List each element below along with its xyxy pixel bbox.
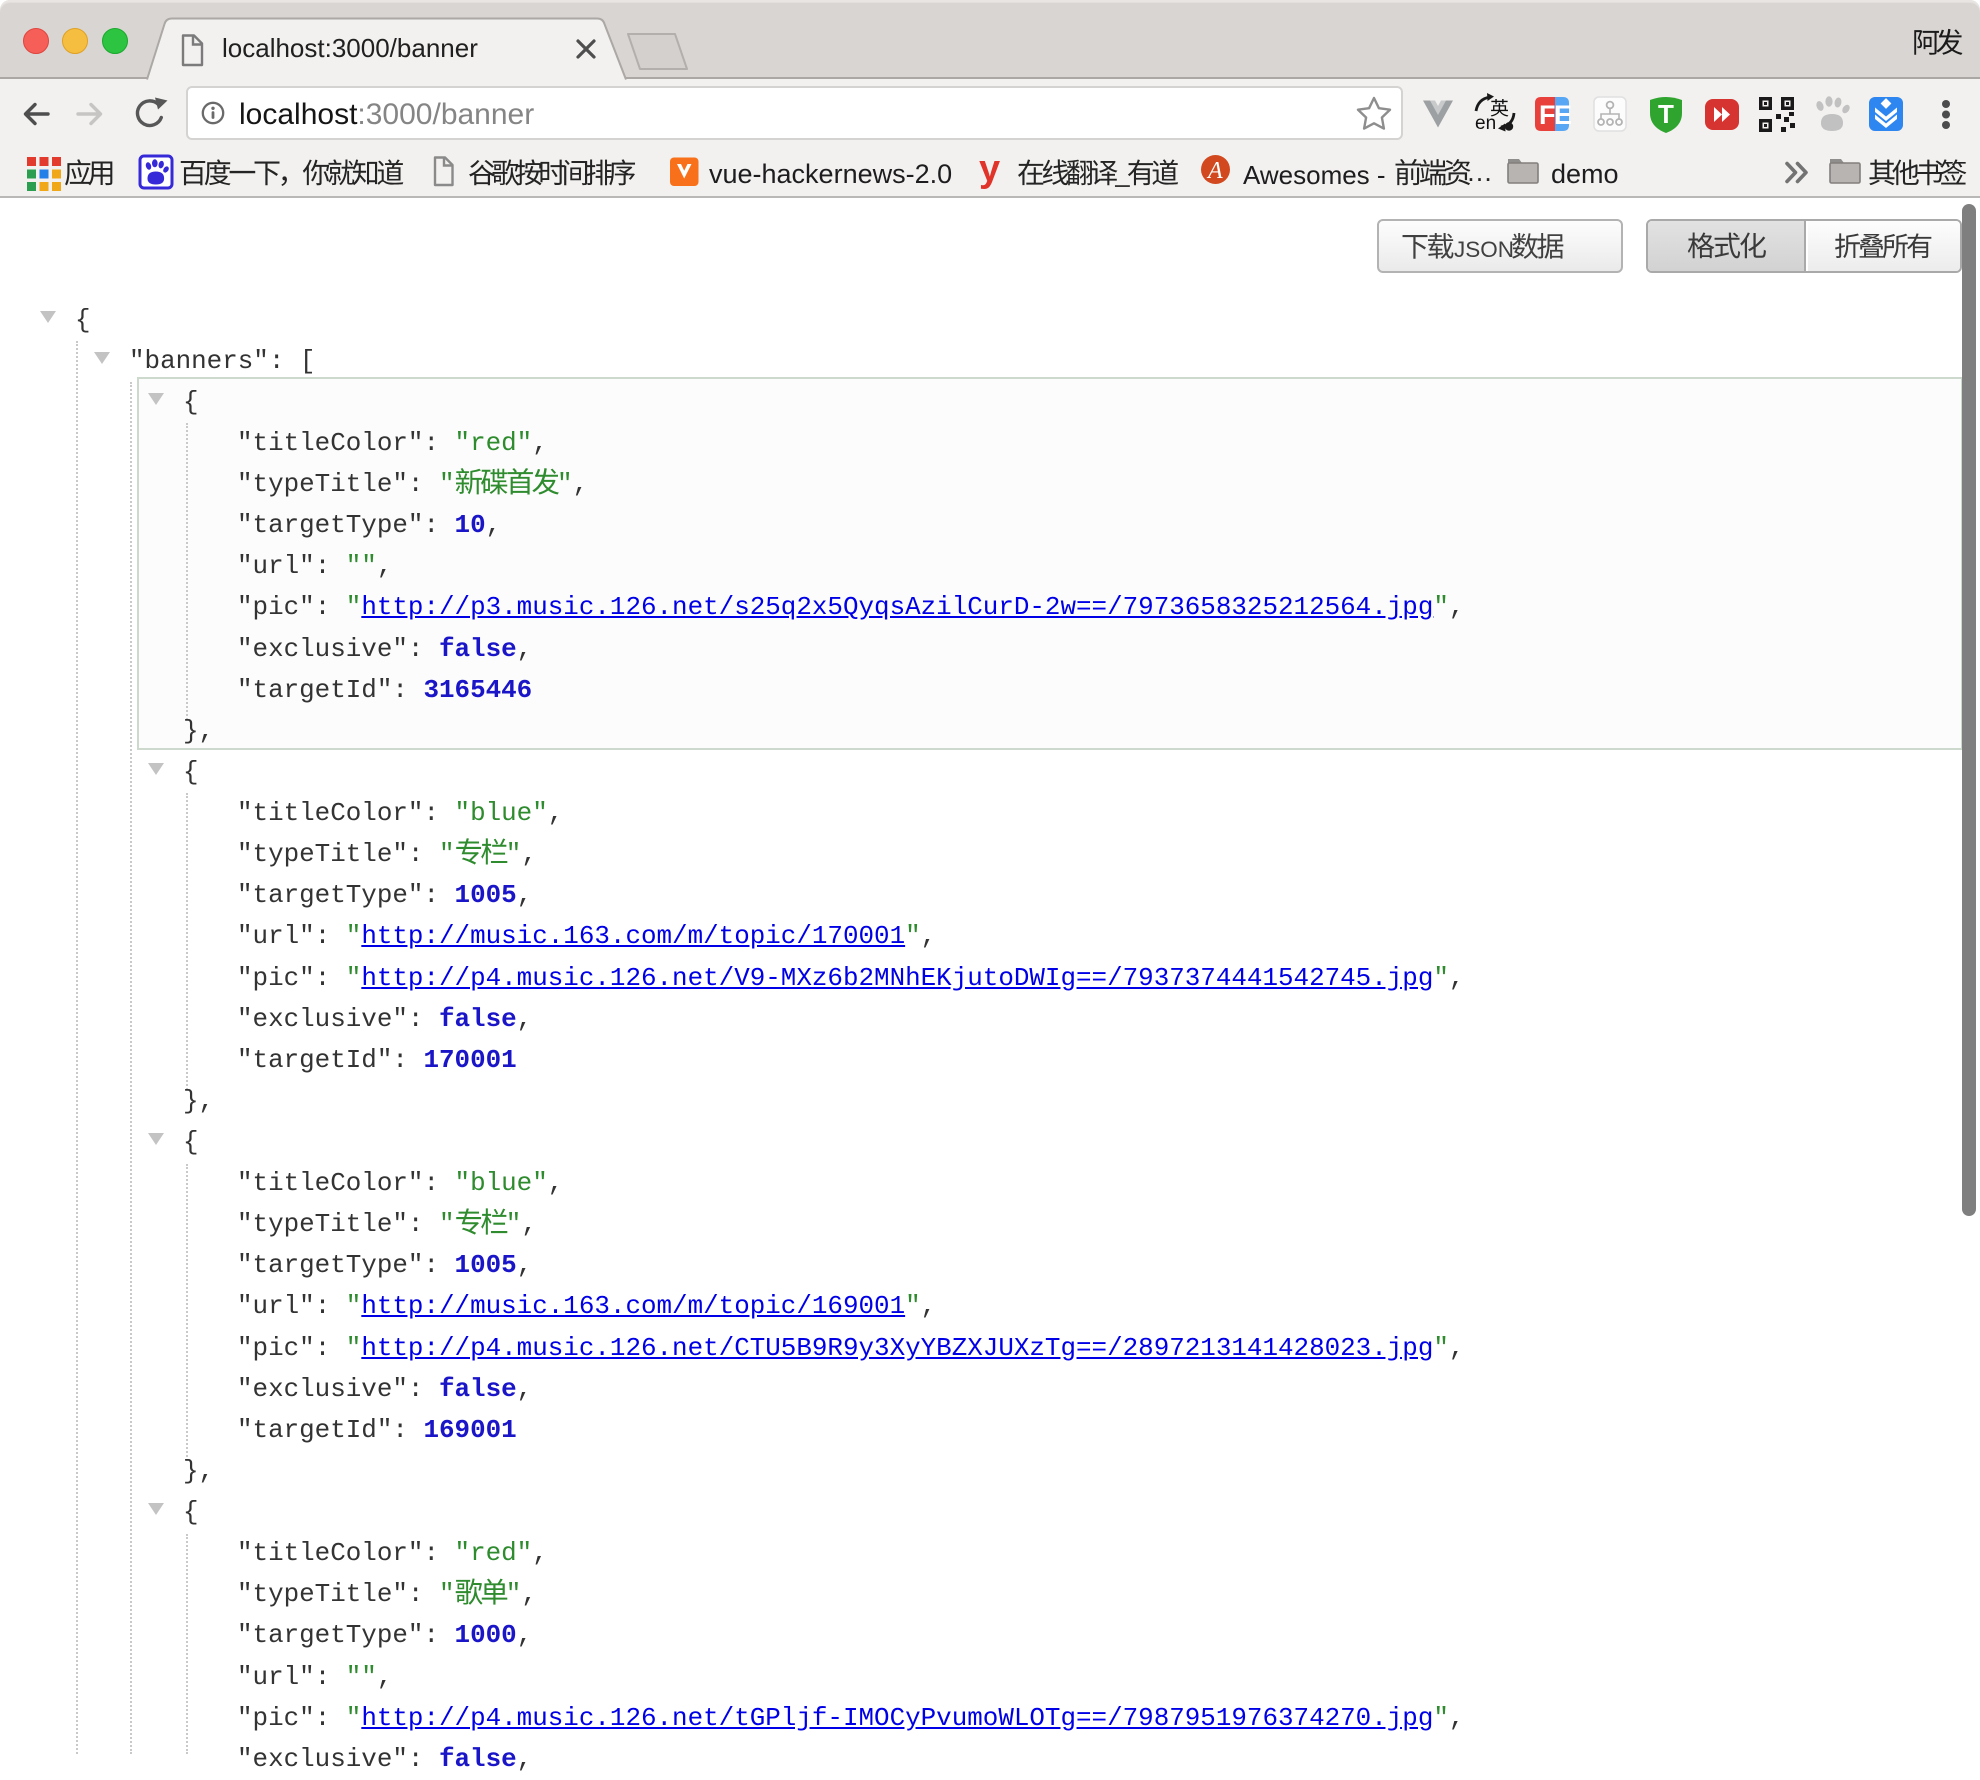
svg-text:y: y [979,148,1000,190]
svg-text:en: en [1475,113,1496,134]
svg-text:A: A [1206,158,1223,184]
svg-text:T: T [1658,99,1674,129]
svg-text:E: E [1554,100,1572,130]
